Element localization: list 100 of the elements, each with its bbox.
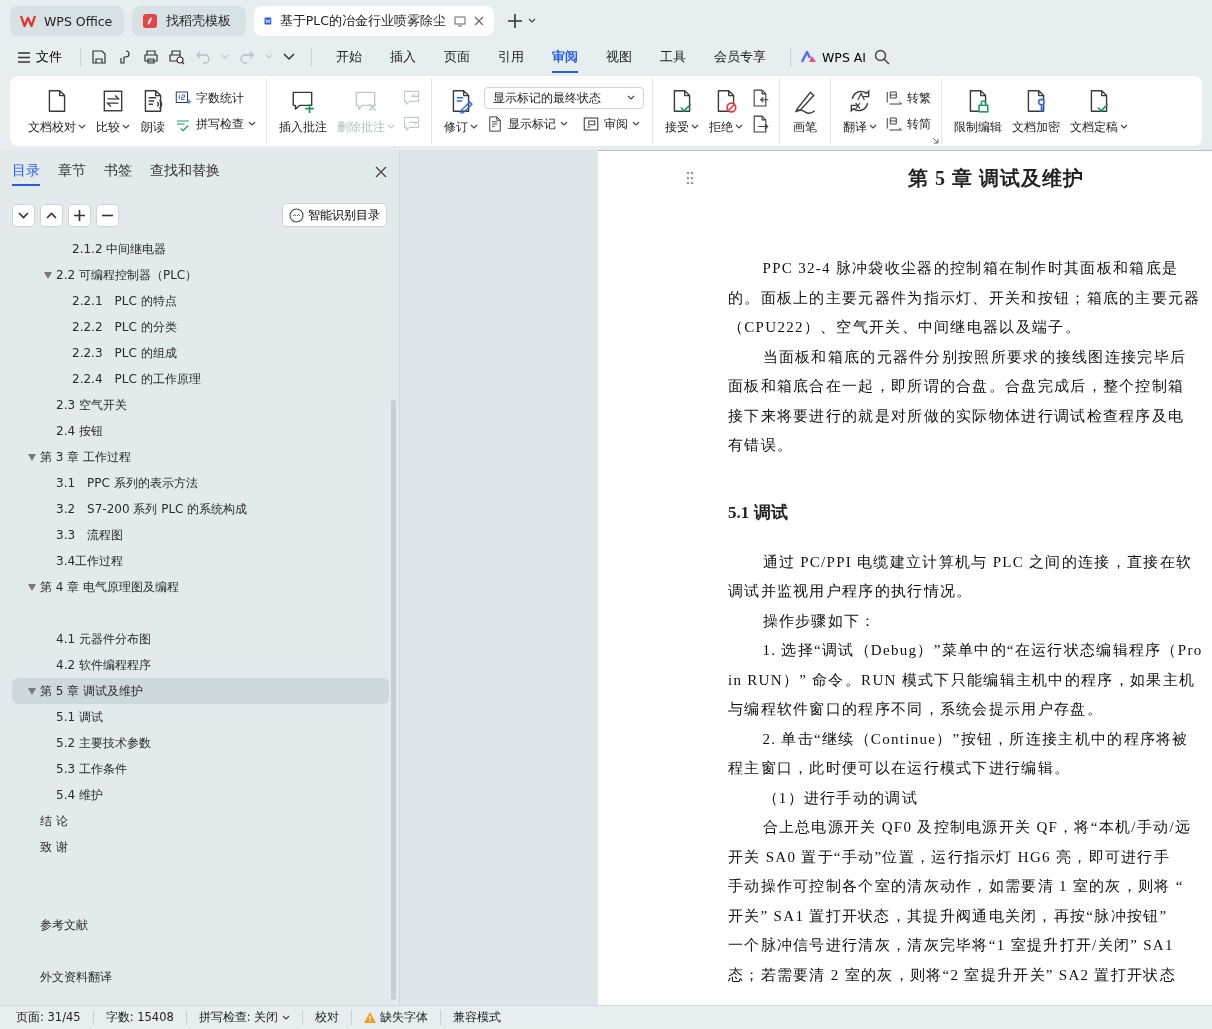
outline-item[interactable]: 5.3 工作条件 xyxy=(12,756,389,782)
outline-item[interactable]: 4.1 元器件分布图 xyxy=(12,626,389,652)
close-button[interactable] xyxy=(375,166,387,178)
outline-item[interactable]: 2.2 可编程控制器（PLC） xyxy=(12,262,389,288)
outline-item[interactable]: 5.4 维护 xyxy=(12,782,389,808)
outline-item[interactable]: 外文资料翻译 xyxy=(12,964,389,990)
outline-item[interactable]: 参考文献 xyxy=(12,912,389,938)
ribbon-button[interactable]: 文档定稿 xyxy=(1066,83,1132,139)
logo-icon xyxy=(20,14,36,28)
outline-item[interactable]: 第 3 章 工作过程 xyxy=(12,444,389,470)
ribbon-tab[interactable]: 会员专享 xyxy=(714,41,766,73)
ribbon-button[interactable]: 接受 xyxy=(661,83,703,139)
save-icon[interactable] xyxy=(91,49,107,65)
outline-item[interactable]: 2.2.4 PLC 的工作原理 xyxy=(12,366,389,392)
ribbon-button[interactable]: 限制编辑 xyxy=(950,83,1006,139)
search-icon[interactable] xyxy=(874,49,891,65)
status-item: 字数: 15408 xyxy=(93,1010,187,1025)
print-preview-icon[interactable] xyxy=(169,49,185,65)
status-item: 兼容模式 xyxy=(452,1010,503,1025)
ribbon-tab[interactable]: 审阅 xyxy=(552,41,578,73)
drag-handle-icon[interactable] xyxy=(686,171,694,185)
status-item[interactable]: 拼写检查: 关闭 xyxy=(186,1010,304,1025)
caret-icon xyxy=(691,124,699,130)
ribbon-button[interactable]: 朗读 xyxy=(136,83,170,139)
paragraph: 1. 选择“调试（Debug）”菜单中的“在运行状态编辑程序（Pro in RUN）” 命令。RUN 模式下只能编辑主机中的程序，如果主机 与编程软件窗口的程序不同，系统会提示用户存盘。 xyxy=(728,641,1204,719)
ai-button[interactable]: WPS AI xyxy=(801,49,875,65)
ribbon-button[interactable]: 显示标记 xyxy=(484,113,570,135)
ribbon-button[interactable]: 拼写检查 xyxy=(172,113,258,135)
outline-item[interactable]: 2.3 空气开关 xyxy=(12,392,389,418)
expand-triangle-icon[interactable] xyxy=(28,687,36,695)
expand-triangle-icon[interactable] xyxy=(28,453,36,461)
ribbon-button[interactable]: 字数统计 xyxy=(172,87,258,109)
pane-tab[interactable]: 查找和替换 xyxy=(150,158,220,186)
caret-icon xyxy=(735,124,743,130)
ribbon-button[interactable]: 插入批注 xyxy=(275,83,331,139)
outline-item[interactable]: 2.1.2 中间继电器 xyxy=(12,236,389,262)
pane-tab[interactable]: 章节 xyxy=(58,158,86,186)
window-tab[interactable]: 找稻壳模板 xyxy=(132,6,246,36)
outline-item[interactable]: 第 5 章 调试及维护 xyxy=(12,678,389,704)
ribbon-button[interactable]: 比较 xyxy=(92,83,134,139)
print-icon[interactable] xyxy=(143,49,159,65)
more-chevron-icon[interactable] xyxy=(283,53,295,61)
outline-item[interactable]: 2.2.3 PLC 的组成 xyxy=(12,340,389,366)
ribbon-tab[interactable]: 工具 xyxy=(660,41,686,73)
markup-dropdown[interactable]: 显示标记的最终状态 xyxy=(484,87,644,109)
outline-item[interactable]: 2.2.2 PLC 的分类 xyxy=(12,314,389,340)
ribbon-button[interactable]: 翻译 xyxy=(839,83,881,139)
caret-icon xyxy=(560,121,568,127)
expand-triangle-icon[interactable] xyxy=(28,583,36,591)
smart-toc-button[interactable]: 智能识别目录 xyxy=(282,203,387,227)
outline-item[interactable]: 3.4工作过程 xyxy=(12,548,389,574)
caret-icon xyxy=(470,124,478,130)
caret-icon xyxy=(221,54,229,60)
monitor-icon xyxy=(454,15,466,27)
outline-item[interactable]: 3.3 流程图 xyxy=(12,522,389,548)
ribbon-tab[interactable]: 引用 xyxy=(498,41,524,73)
caret-icon xyxy=(528,18,536,24)
close-icon[interactable] xyxy=(474,16,484,26)
status-item: 页面: 31/45 xyxy=(16,1010,94,1025)
ribbon-button[interactable]: 转繁 xyxy=(883,87,933,109)
outline-item[interactable]: 致 谢 xyxy=(12,834,389,860)
ribbon-tab[interactable]: 视图 xyxy=(606,41,632,73)
chapter-title: 第 5 章 调试及维护 xyxy=(908,166,1085,191)
status-item: 校对 xyxy=(303,1010,353,1025)
caret-icon xyxy=(632,121,640,127)
outline-item[interactable]: 2.4 按钮 xyxy=(12,418,389,444)
outline-item[interactable]: 5.1 调试 xyxy=(12,704,389,730)
file-menu-button[interactable]: 文件 xyxy=(14,48,70,66)
pane-tab[interactable]: 目录 xyxy=(12,158,40,186)
ribbon-button[interactable]: 转简 xyxy=(883,113,933,135)
pane-tab[interactable]: 书签 xyxy=(104,158,132,186)
collapse-button[interactable] xyxy=(12,203,35,227)
scrollbar-thumb[interactable] xyxy=(391,400,396,1000)
status-item[interactable]: 缺失字体 xyxy=(352,1010,442,1025)
ribbon-tab[interactable]: 插入 xyxy=(390,41,416,73)
expand-triangle-icon[interactable] xyxy=(44,271,52,279)
outline-item[interactable]: 3.2 S7-200 系列 PLC 的系统构成 xyxy=(12,496,389,522)
ribbon-button[interactable]: 审阅 xyxy=(580,113,642,135)
ribbon-button[interactable]: 拒绝 xyxy=(705,83,747,139)
outline-item[interactable]: 4.2 软件编程程序 xyxy=(12,652,389,678)
ribbon-tab[interactable]: 开始 xyxy=(336,41,362,73)
caret-icon xyxy=(265,54,273,60)
outline-item[interactable]: 5.2 主要技术参数 xyxy=(12,730,389,756)
outline-item[interactable]: 结 论 xyxy=(12,808,389,834)
expand-button[interactable] xyxy=(40,203,63,227)
plus-icon[interactable] xyxy=(508,14,522,28)
close-icon xyxy=(375,166,387,178)
ribbon-button[interactable]: 修订 xyxy=(440,83,482,139)
add-button[interactable] xyxy=(68,203,91,227)
window-tab[interactable]: 基于PLC的冶金行业喷雾除尘 xyxy=(254,6,494,36)
outline-item[interactable]: 2.2.1 PLC 的特点 xyxy=(12,288,389,314)
outline-item[interactable]: 3.1 PPC 系列的表示方法 xyxy=(12,470,389,496)
ribbon-button[interactable]: 画笔 xyxy=(788,83,822,139)
ribbon-button[interactable]: 文档加密 xyxy=(1008,83,1064,139)
ribbon-tab[interactable]: 页面 xyxy=(444,41,470,73)
paragraph: 合上总电源开关 QF0 及控制电源开关 QF，将“本机/手动/远 开关 SA0 置于“手动”位置，运行指示灯 HG6 亮，即可进行手 手动操作可控制各个室的清灰动作，如需要清 1 室的灰，则将 “ 开关” SA1 置打开状态，其提升阀通电关闭，再按“脉冲按钮” 一个脉冲信号进行清灰，清灰完毕将“1 室提升打开/关闭” SA1 态；若需要清 2 室的灰，则将“2 室提升开关” SA2 置打开状态 xyxy=(728,818,1193,985)
dialog-launcher-icon[interactable] xyxy=(932,137,939,144)
window-tab[interactable]: WPS Office xyxy=(10,6,124,36)
ribbon-button[interactable]: 文档校对 xyxy=(24,83,90,139)
outline-item[interactable]: 第 4 章 电气原理图及编程 xyxy=(12,574,389,600)
